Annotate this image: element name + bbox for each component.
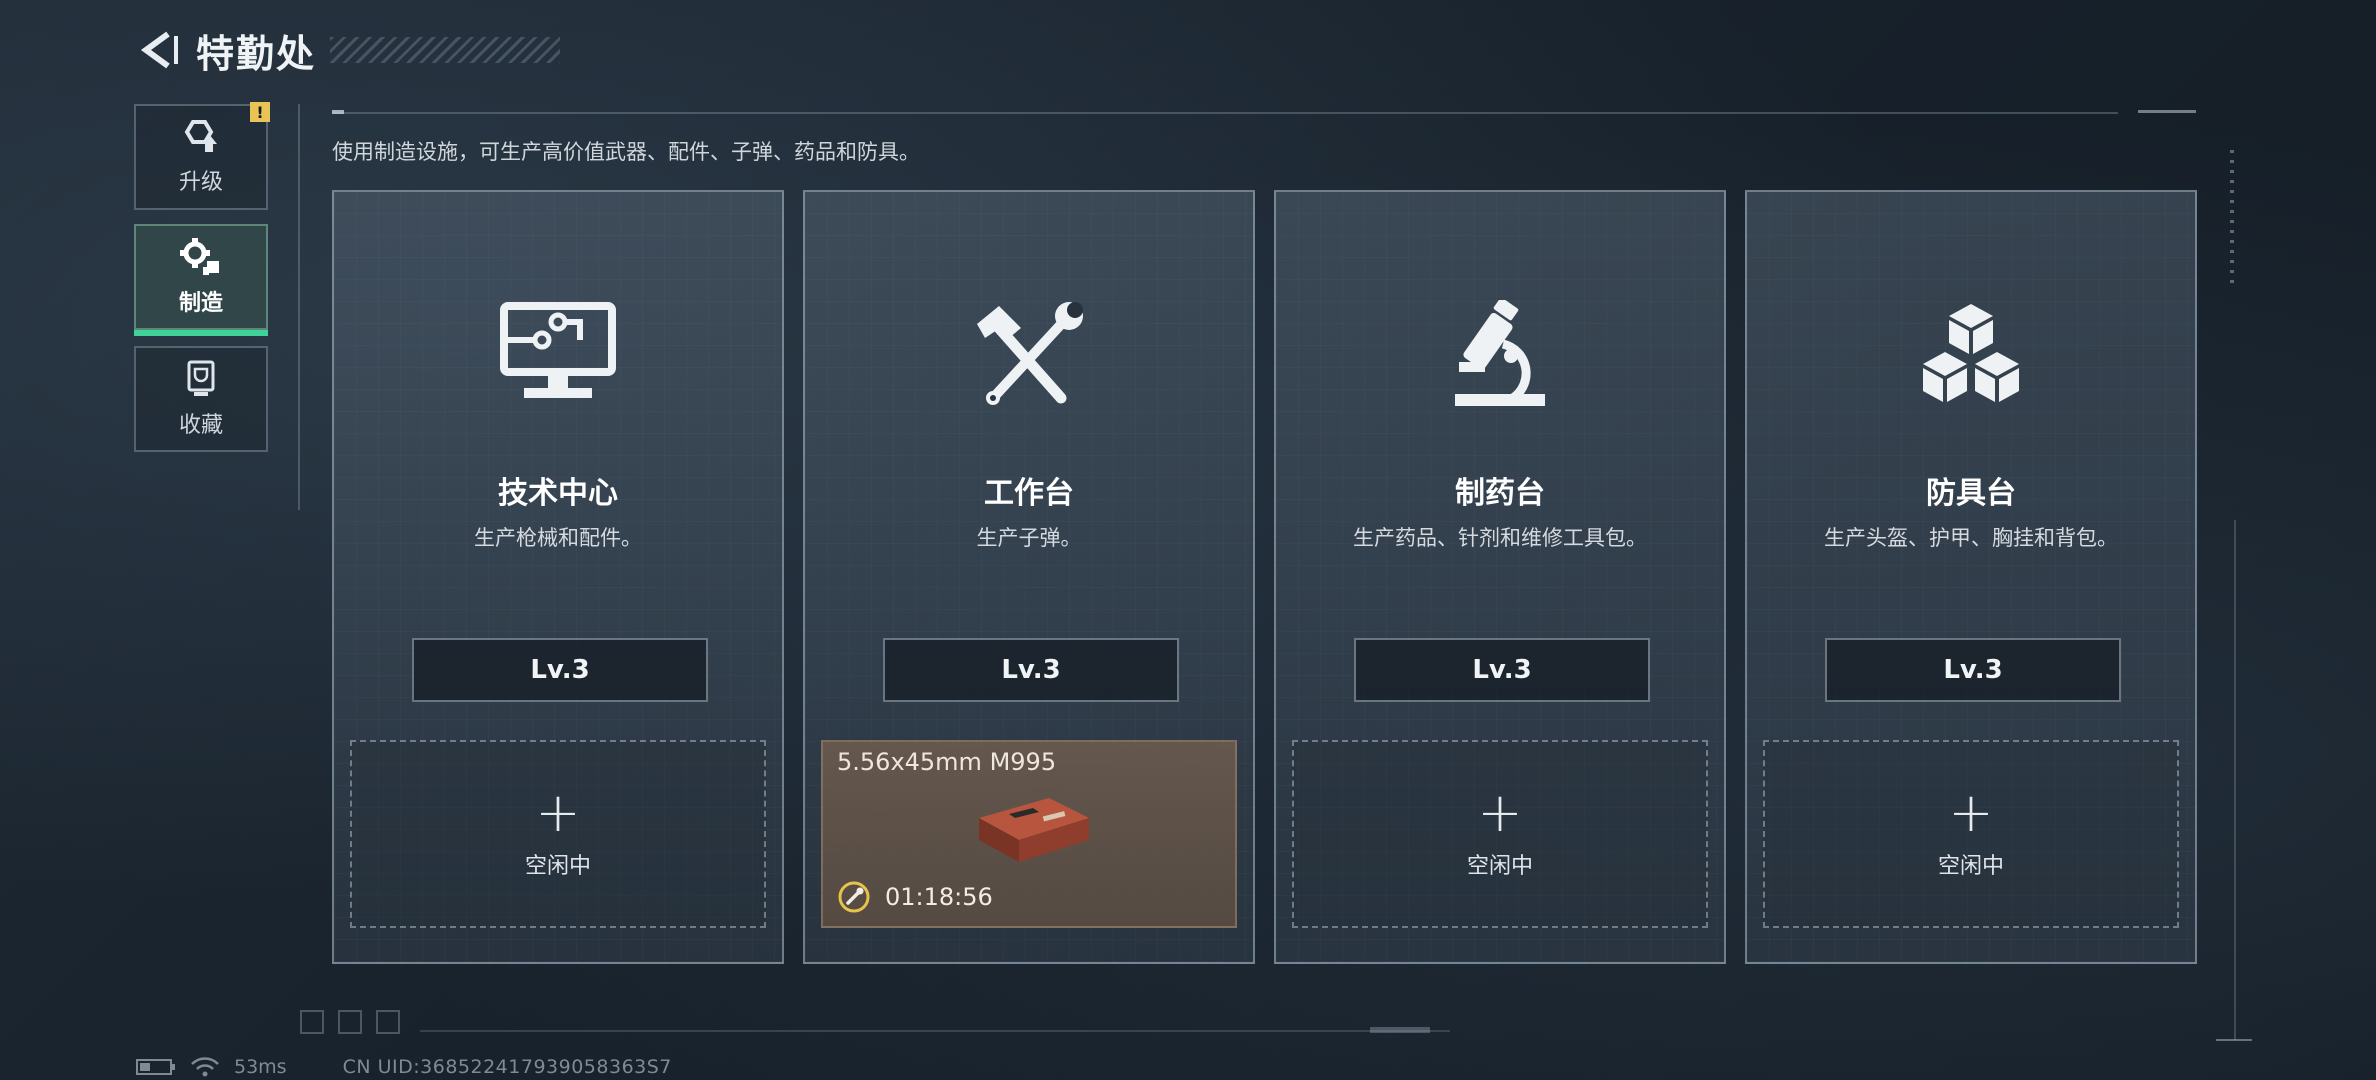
ammo-box-icon [979, 798, 1089, 862]
sidebar-item-label: 升级 [178, 170, 223, 195]
uid-text: CN UID:368522417939058363S7 [342, 1056, 672, 1078]
sidebar-item-collection[interactable]: 收藏 [134, 346, 268, 452]
facility-card-pharmacy[interactable]: 制药台 生产药品、针剂和维修工具包。 Lv.3 + 空闲中 [1274, 190, 1726, 964]
plus-icon: + [1948, 781, 1994, 844]
slot-status: 空闲中 [1937, 854, 2004, 879]
item-image-wrap [973, 788, 1093, 872]
card-icon-wrap [334, 300, 782, 410]
facility-name: 防具台 [1926, 476, 2016, 511]
facility-card-workbench[interactable]: 工作台 生产子弹。 Lv.3 5.56x45mm M995 01:18:56 [803, 190, 1255, 964]
frame-ticks [2230, 150, 2234, 290]
production-slot-idle[interactable]: + 空闲中 [350, 740, 766, 928]
frame-line [2234, 520, 2236, 1040]
plus-icon: + [1477, 781, 1523, 844]
cubes-icon [1923, 304, 2019, 402]
timer-text: 01:18:56 [885, 883, 993, 911]
back-button[interactable] [132, 24, 184, 76]
level-button[interactable]: Lv.3 [412, 638, 708, 702]
section-description: 使用制造设施，可生产高价值武器、配件、子弹、药品和防具。 [332, 140, 920, 164]
card-icon-wrap [805, 300, 1253, 410]
sidebar-item-craft[interactable]: 制造 [134, 224, 268, 336]
slot-status: 空闲中 [1466, 854, 1533, 879]
ping-text: 53ms [234, 1056, 287, 1078]
level-button[interactable]: Lv.3 [883, 638, 1179, 702]
facility-description: 生产子弹。 [976, 526, 1082, 550]
status-bar: 53ms CN UID:368522417939058363S7 [136, 1056, 672, 1078]
production-slot-idle[interactable]: + 空闲中 [1292, 740, 1708, 928]
sidebar-item-label: 收藏 [178, 413, 223, 438]
trophy-icon [187, 360, 215, 396]
title-decoration [330, 37, 561, 63]
card-icon-wrap [1747, 300, 2195, 410]
bottom-decoration [300, 1010, 414, 1034]
level-button[interactable]: Lv.3 [1354, 638, 1650, 702]
production-slot-active[interactable]: 5.56x45mm M995 01:18:56 [821, 740, 1237, 928]
gear-craft-icon [180, 238, 219, 275]
plus-icon: + [535, 781, 581, 844]
frame-marker [1370, 1027, 1430, 1033]
computer-circuit-icon [500, 302, 616, 398]
facility-description: 生产头盔、护甲、胸挂和背包。 [1824, 526, 2118, 550]
sidebar-item-label: 制造 [178, 291, 223, 316]
slot-status: 空闲中 [524, 854, 591, 879]
wrench-timer-icon [838, 881, 870, 913]
upgrade-icon [184, 120, 217, 152]
warning-badge: ! [250, 102, 270, 122]
facility-description: 生产枪械和配件。 [474, 526, 642, 550]
wifi-icon [191, 1057, 219, 1077]
facility-name: 制药台 [1455, 476, 1545, 511]
header: 特勤处 [132, 22, 561, 78]
frame-marker [332, 110, 344, 114]
facility-card-tech-center[interactable]: 技术中心 生产枪械和配件。 Lv.3 + 空闲中 [332, 190, 784, 964]
frame-marker [2216, 1039, 2252, 1041]
facility-card-armor[interactable]: 防具台 生产头盔、护甲、胸挂和背包。 Lv.3 + 空闲中 [1745, 190, 2197, 964]
card-icon-wrap [1276, 300, 1724, 410]
hammer-wrench-icon [977, 302, 1083, 405]
production-item-name: 5.56x45mm M995 [837, 748, 1057, 776]
facility-name: 技术中心 [498, 476, 618, 511]
page-title: 特勤处 [196, 31, 317, 76]
level-button[interactable]: Lv.3 [1825, 638, 2121, 702]
microscope-icon [1455, 300, 1545, 406]
sidebar-item-upgrade[interactable]: ! 升级 [134, 102, 270, 210]
production-timer: 01:18:56 [837, 880, 993, 914]
facility-description: 生产药品、针剂和维修工具包。 [1353, 526, 1647, 550]
frame-marker [2138, 110, 2196, 113]
facility-name: 工作台 [984, 476, 1074, 511]
back-arrow-icon [140, 31, 178, 69]
frame-line [298, 104, 300, 510]
battery-icon [136, 1059, 175, 1075]
frame-line [420, 1030, 1450, 1032]
production-slot-idle[interactable]: + 空闲中 [1763, 740, 2179, 928]
frame-line [332, 112, 2118, 114]
